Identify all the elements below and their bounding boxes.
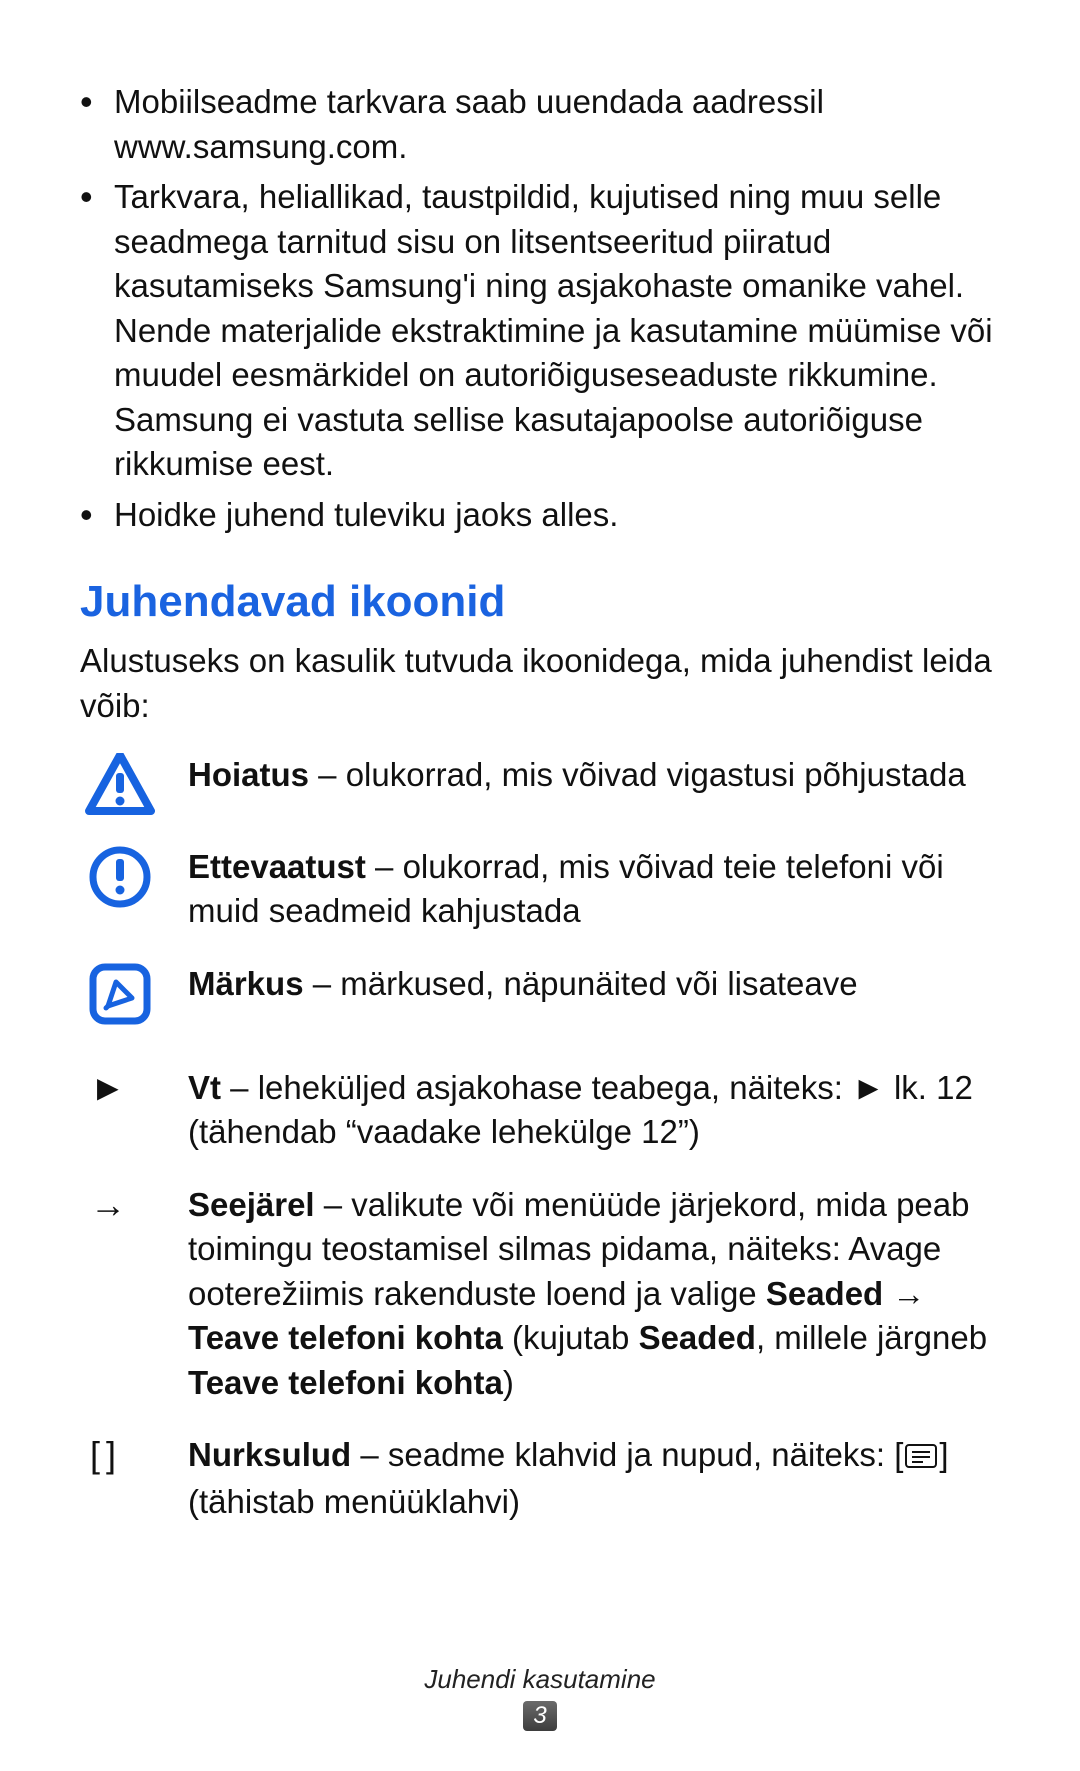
row-warning: Hoiatus – olukorrad, mis võivad vigastus… <box>80 753 1020 817</box>
intro-paragraph: Alustuseks on kasulik tutvuda ikoonidega… <box>80 639 1020 728</box>
then-part3: , millele järgneb <box>756 1319 987 1356</box>
row-rest: – olukorrad, mis võivad vigastusi põhjus… <box>309 756 966 793</box>
footer-title: Juhendi kasutamine <box>0 1664 1080 1695</box>
row-label: Märkus <box>188 965 304 1002</box>
note-icon <box>80 962 160 1026</box>
row-label: Nurksulud <box>188 1436 351 1473</box>
then-symbol: → <box>80 1183 160 1226</box>
bullet-item: Tarkvara, heliallikad, taustpildid, kuju… <box>80 175 1020 487</box>
row-label: Ettevaatust <box>188 848 366 885</box>
menu-key-icon <box>905 1435 937 1480</box>
then-bold2: Teave telefoni kohta <box>188 1319 503 1356</box>
row-text: Nurksulud – seadme klahvid ja nupud, näi… <box>188 1433 1020 1524</box>
row-rest: – leheküljed asjakohase teabega, näiteks… <box>188 1069 973 1151</box>
row-text: Märkus – märkused, näpunäited või lisate… <box>188 962 1020 1007</box>
row-text: Seejärel – valikute või menüüde järjekor… <box>188 1183 1020 1406</box>
row-rest: – märkused, näpunäited või lisateave <box>304 965 858 1002</box>
row-brackets: [ ] Nurksulud – seadme klahvid ja nupud,… <box>80 1433 1020 1524</box>
bullet-item: Mobiilseadme tarkvara saab uuendada aadr… <box>80 80 1020 169</box>
bullet-item: Hoidke juhend tuleviku jaoks alles. <box>80 493 1020 538</box>
row-label: Seejärel <box>188 1186 315 1223</box>
section-title: Juhendavad ikoonid <box>80 577 1020 627</box>
row-label: Vt <box>188 1069 221 1106</box>
bullet-list: Mobiilseadme tarkvara saab uuendada aadr… <box>80 80 1020 537</box>
row-label: Hoiatus <box>188 756 309 793</box>
warning-icon <box>80 753 160 817</box>
caution-icon <box>80 845 160 909</box>
row-note: Märkus – märkused, näpunäited või lisate… <box>80 962 1020 1026</box>
see-symbol: ► <box>80 1066 160 1109</box>
then-bold1: Seaded <box>766 1275 883 1312</box>
page-footer: Juhendi kasutamine 3 <box>0 1664 1080 1731</box>
then-sep1: → <box>883 1275 925 1312</box>
row-caution: Ettevaatust – olukorrad, mis võivad teie… <box>80 845 1020 934</box>
brackets-part1: – seadme klahvid ja nupud, näiteks: [ <box>351 1436 903 1473</box>
then-part2: (kujutab <box>503 1319 639 1356</box>
row-see: ► Vt – leheküljed asjakohase teabega, nä… <box>80 1066 1020 1155</box>
row-text: Ettevaatust – olukorrad, mis võivad teie… <box>188 845 1020 934</box>
then-bold3: Seaded <box>639 1319 756 1356</box>
brackets-symbol: [ ] <box>80 1433 160 1476</box>
row-then: → Seejärel – valikute või menüüde järjek… <box>80 1183 1020 1406</box>
then-bold4: Teave telefoni kohta <box>188 1364 503 1401</box>
then-part4: ) <box>503 1364 514 1401</box>
row-text: Vt – leheküljed asjakohase teabega, näit… <box>188 1066 1020 1155</box>
document-page: Mobiilseadme tarkvara saab uuendada aadr… <box>0 0 1080 1771</box>
page-number: 3 <box>523 1701 557 1731</box>
row-text: Hoiatus – olukorrad, mis võivad vigastus… <box>188 753 1020 798</box>
